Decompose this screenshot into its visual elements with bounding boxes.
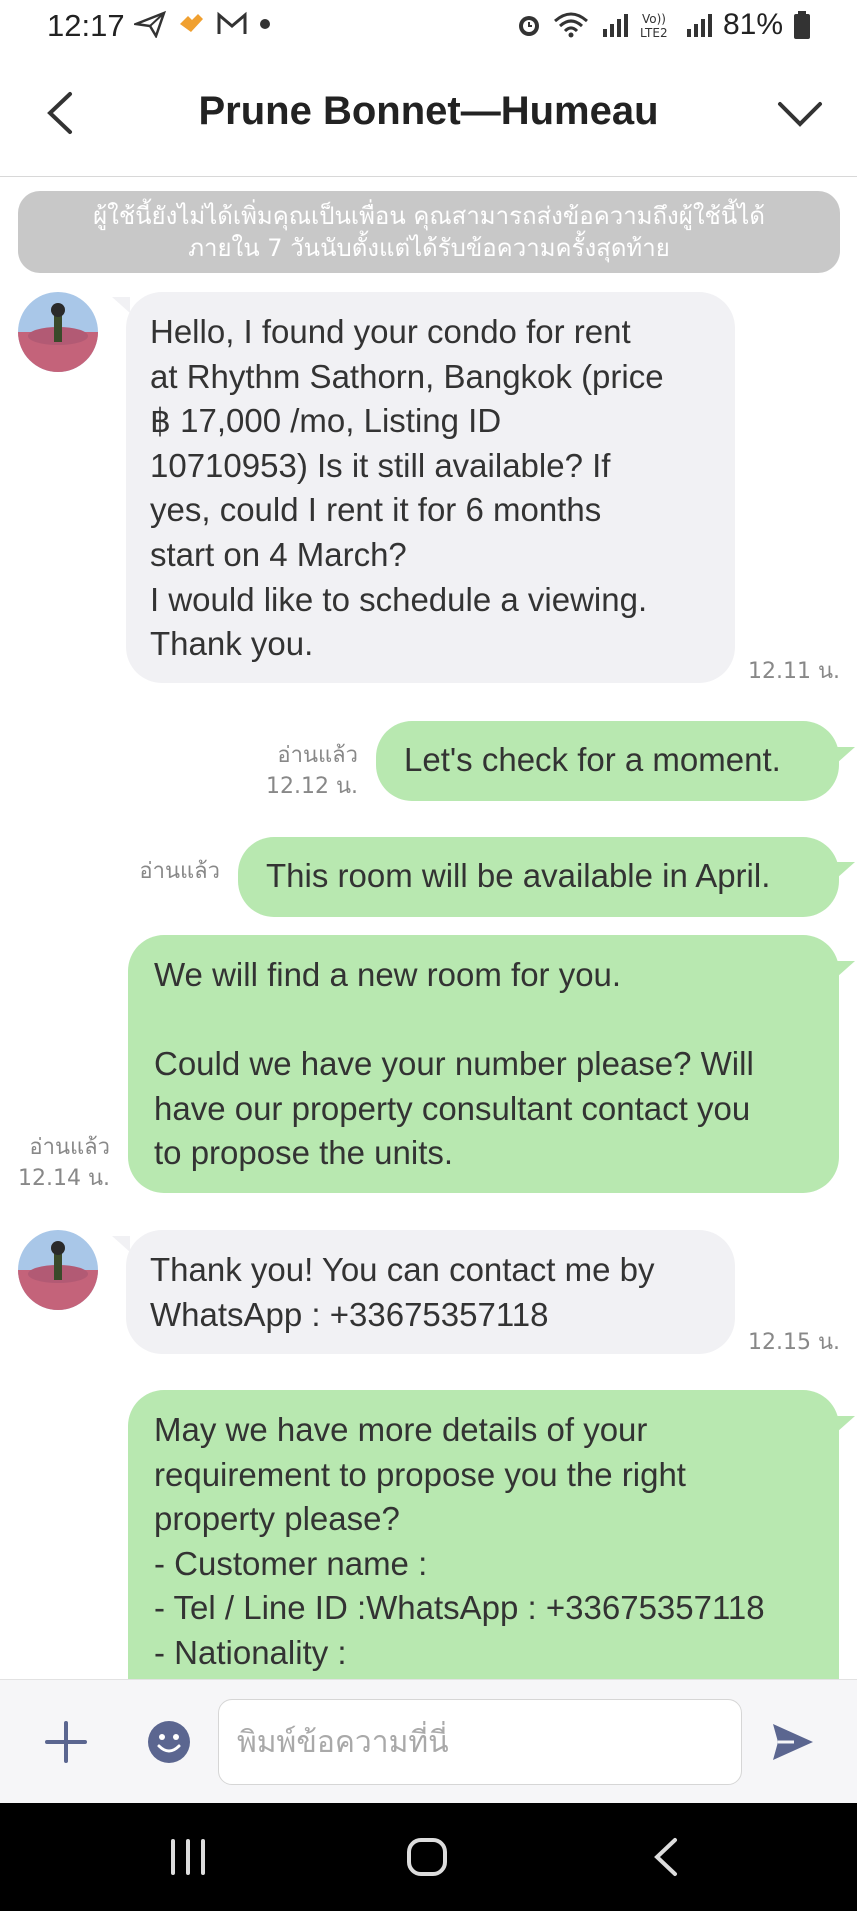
signal-icon — [686, 14, 712, 37]
bubble-tail — [837, 862, 855, 878]
alarm-icon — [518, 16, 539, 36]
bubble-tail — [837, 1416, 855, 1432]
recent-apps-icon[interactable] — [163, 1835, 213, 1879]
message-read-status: อ่านแล้ว — [277, 743, 358, 768]
emoji-icon[interactable] — [147, 1720, 191, 1764]
notice-line-1: ผู้ใช้นี้ยังไม่ได้เพิ่มคุณเป็นเพื่อน คุณ… — [93, 202, 765, 230]
avatar[interactable] — [18, 1230, 98, 1310]
chat-header: Prune Bonnet—Humeau — [0, 52, 857, 177]
message-input[interactable] — [218, 1699, 742, 1785]
avatar[interactable] — [18, 292, 98, 372]
volte-lte2-icon: Vo))LTE2 — [640, 12, 668, 40]
signal-icon — [602, 14, 628, 37]
chat-title: Prune Bonnet—Humeau — [198, 89, 659, 133]
gmail-icon — [217, 11, 247, 34]
message-time: 12.12 น. — [265, 774, 358, 799]
battery-percent: 81% — [722, 8, 783, 41]
home-icon[interactable] — [402, 1835, 452, 1879]
message-read-status: อ่านแล้ว — [29, 1135, 110, 1160]
message-time: 12.11 น. — [748, 659, 841, 684]
bubble-tail — [837, 961, 855, 977]
notice-line-2: ภายใน 7 วันนับตั้งแต่ได้รับข้อความครั้งส… — [188, 234, 670, 262]
send-arrow-icon — [134, 10, 166, 38]
send-icon[interactable] — [770, 1720, 816, 1764]
chevron-down-icon[interactable] — [773, 92, 827, 136]
message-bubble-outgoing[interactable]: We will find a new room for you. Could w… — [128, 935, 839, 1193]
app-heart-icon — [180, 14, 203, 32]
message-bubble-outgoing[interactable]: Let's check for a moment. — [376, 721, 839, 801]
notification-icons — [134, 10, 272, 38]
message-bubble-incoming[interactable]: Thank you! You can contact me by WhatsAp… — [126, 1230, 735, 1354]
bubble-tail — [112, 1236, 130, 1252]
status-bar: 12:17 Vo)) LTE2 81% — [0, 0, 857, 52]
battery-icon — [794, 11, 810, 39]
message-read-status: อ่านแล้ว — [139, 859, 220, 884]
dot-icon — [260, 19, 270, 29]
message-bubble-outgoing[interactable]: This room will be available in April. — [238, 837, 839, 917]
status-time: 12:17 — [47, 8, 125, 43]
bubble-tail — [112, 297, 130, 313]
plus-icon[interactable] — [44, 1720, 88, 1764]
friend-notice: ผู้ใช้นี้ยังไม่ได้เพิ่มคุณเป็นเพื่อน คุณ… — [18, 191, 840, 273]
back-icon[interactable] — [643, 1835, 693, 1879]
message-time: 12.14 น. — [17, 1166, 110, 1191]
system-nav-bar — [0, 1803, 857, 1911]
message-bubble-incoming[interactable]: Hello, I found your condo for rent at Rh… — [126, 292, 735, 683]
wifi-icon — [553, 12, 588, 38]
system-icons: Vo)) LTE2 81% — [515, 8, 811, 42]
svg-text:LTE2: LTE2 — [640, 26, 668, 40]
message-input-bar — [0, 1679, 857, 1804]
svg-text:Vo)): Vo)) — [642, 12, 666, 26]
message-time: 12.15 น. — [748, 1330, 841, 1355]
message-bubble-outgoing[interactable]: May we have more details of your require… — [128, 1390, 839, 1720]
bubble-tail — [837, 747, 855, 763]
